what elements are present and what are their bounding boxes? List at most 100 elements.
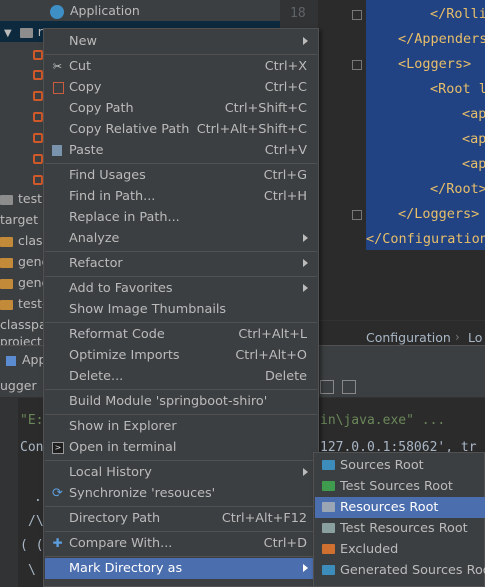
toolbar-icon[interactable]: [342, 380, 356, 394]
menu-item-analyze[interactable]: Analyze: [45, 228, 317, 249]
menu-separator: [45, 322, 317, 323]
console-line: .: [34, 490, 42, 505]
menu-item-local-history[interactable]: Local History: [45, 462, 317, 483]
file-icon: [33, 154, 43, 164]
breadcrumb-item[interactable]: Lo: [468, 330, 482, 345]
line-number: 18: [290, 6, 306, 21]
folder-icon: [0, 257, 13, 268]
tree-item-classes[interactable]: class: [0, 230, 49, 251]
submenu-item-test-resources-root[interactable]: Test Resources Root: [315, 518, 485, 539]
file-icon: [33, 70, 43, 80]
menu-separator: [45, 251, 317, 252]
submenu-arrow-icon: [303, 259, 308, 267]
file-icon: [33, 112, 43, 122]
chevron-right-icon: ›: [455, 330, 460, 344]
folder-icon: [19, 27, 33, 38]
sources-root-folder-icon: [322, 460, 335, 470]
menu-separator: [45, 163, 317, 164]
menu-separator: [45, 460, 317, 461]
code-line: <Loggers>: [398, 56, 472, 72]
code-line: <ap: [462, 131, 485, 147]
expand-arrow-icon: ▼: [4, 28, 12, 39]
code-line: </Root>: [430, 181, 485, 197]
paste-icon: [52, 145, 62, 156]
copy-icon: [53, 82, 64, 94]
compare-icon: ✚: [52, 536, 63, 550]
generated-sources-root-folder-icon: [322, 565, 335, 575]
menu-item-delete[interactable]: Delete... Delete: [45, 366, 317, 387]
menu-separator: [45, 276, 317, 277]
submenu-item-generated-sources-root[interactable]: Generated Sources Root: [315, 560, 485, 581]
fold-icon[interactable]: [352, 10, 362, 20]
menu-item-paste[interactable]: Paste Ctrl+V: [45, 140, 317, 161]
menu-item-compare-with[interactable]: ✚ Compare With... Ctrl+D: [45, 533, 317, 554]
console-line: Con: [20, 440, 44, 455]
folder-icon: [0, 194, 13, 205]
breadcrumb-item[interactable]: Configuration: [366, 330, 451, 345]
code-line: </Loggers>: [398, 206, 480, 222]
menu-item-find-usages[interactable]: Find Usages Ctrl+G: [45, 165, 317, 186]
run-tab[interactable]: App: [6, 352, 46, 367]
menu-item-cut[interactable]: ✂ Cut Ctrl+X: [45, 56, 317, 77]
fold-icon[interactable]: [352, 60, 362, 70]
submenu-arrow-icon: [303, 468, 308, 476]
menu-separator: [45, 506, 317, 507]
menu-item-replace-in-path[interactable]: Replace in Path...: [45, 207, 317, 228]
menu-item-optimize-imports[interactable]: Optimize Imports Ctrl+Alt+O: [45, 345, 317, 366]
menu-item-copy-path[interactable]: Copy Path Ctrl+Shift+C: [45, 98, 317, 119]
test-sources-root-folder-icon: [322, 481, 335, 491]
menu-item-copy-relative-path[interactable]: Copy Relative Path Ctrl+Alt+Shift+C: [45, 119, 317, 140]
menu-item-build-module[interactable]: Build Module 'springboot-shiro': [45, 391, 317, 412]
menu-item-find-in-path[interactable]: Find in Path... Ctrl+H: [45, 186, 317, 207]
menu-item-show-in-explorer[interactable]: Show in Explorer: [45, 416, 317, 437]
console-line: "E:: [20, 413, 44, 428]
submenu-item-excluded[interactable]: Excluded: [315, 539, 485, 560]
menu-item-open-in-terminal[interactable]: > Open in terminal: [45, 437, 317, 458]
code-line: </Appenders: [398, 31, 485, 47]
console-line: ( (: [20, 538, 44, 553]
folder-icon: [0, 236, 13, 247]
code-line: <ap: [462, 106, 485, 122]
submenu-item-test-sources-root[interactable]: Test Sources Root: [315, 476, 485, 497]
menu-item-refactor[interactable]: Refactor: [45, 253, 317, 274]
menu-item-new[interactable]: New: [45, 31, 317, 52]
tree-item-application[interactable]: Application: [50, 0, 140, 21]
menu-separator: [45, 531, 317, 532]
code-line: </Configuration: [366, 231, 485, 247]
sync-icon: ⟳: [52, 486, 63, 501]
submenu-item-sources-root[interactable]: Sources Root: [315, 455, 485, 476]
file-icon: [33, 133, 43, 143]
menu-item-show-image-thumbnails[interactable]: Show Image Thumbnails: [45, 299, 317, 320]
menu-item-mark-directory-as[interactable]: Mark Directory as: [45, 558, 317, 579]
fold-icon[interactable]: [352, 210, 362, 220]
file-icon: [33, 50, 43, 60]
menu-separator: [45, 556, 317, 557]
menu-item-directory-path[interactable]: Directory Path Ctrl+Alt+F12: [45, 508, 317, 529]
menu-item-copy[interactable]: Copy Ctrl+C: [45, 77, 317, 98]
resources-root-folder-icon: [322, 502, 335, 512]
console-line: \: [28, 563, 36, 578]
console-line: in\java.exe" ...: [320, 413, 446, 428]
tree-item-test[interactable]: test: [0, 188, 42, 209]
menu-item-synchronize[interactable]: ⟳ Synchronize 'resouces': [45, 483, 317, 504]
code-line: </Rolli: [430, 6, 485, 22]
logger-tab[interactable]: ugger: [0, 378, 37, 393]
console-line: /\: [28, 514, 44, 529]
submenu-item-resources-root[interactable]: Resources Root: [315, 497, 485, 518]
file-icon: [33, 175, 43, 185]
console-gutter: [0, 398, 18, 587]
toolbar-icon[interactable]: [320, 380, 334, 394]
test-resources-root-folder-icon: [322, 523, 335, 533]
menu-item-reformat-code[interactable]: Reformat Code Ctrl+Alt+L: [45, 324, 317, 345]
submenu-arrow-icon: [303, 37, 308, 45]
menu-separator: [45, 389, 317, 390]
excluded-folder-icon: [322, 544, 335, 554]
mark-directory-submenu: Sources Root Test Sources Root Resources…: [313, 452, 485, 587]
tree-item-generated-test[interactable]: gene: [0, 272, 49, 293]
tree-item-target[interactable]: target: [0, 209, 38, 230]
submenu-arrow-icon: [303, 284, 308, 292]
spring-boot-icon: [50, 4, 64, 19]
tree-item-generated[interactable]: gene: [0, 251, 49, 272]
menu-item-add-to-favorites[interactable]: Add to Favorites: [45, 278, 317, 299]
code-line: <Root l: [430, 81, 485, 97]
